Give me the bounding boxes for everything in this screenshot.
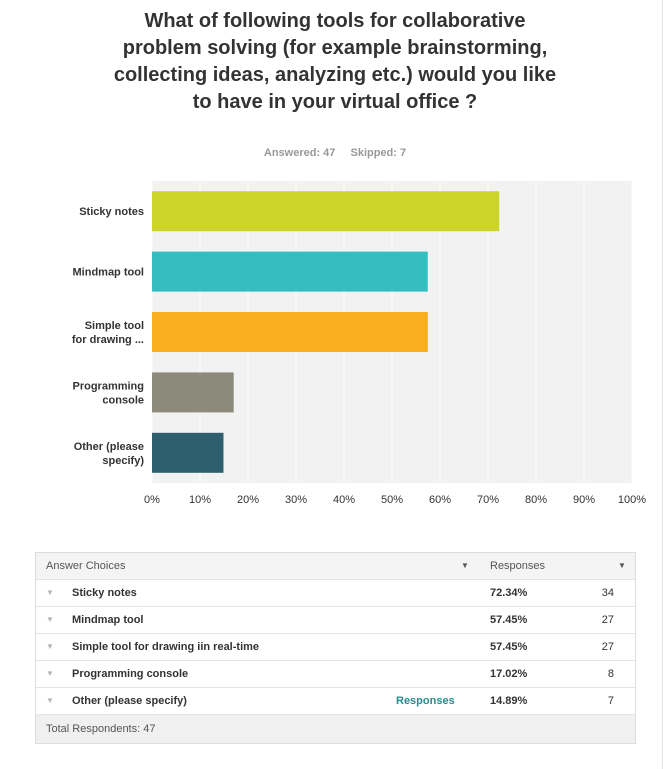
expand-row-icon[interactable]: ▼: [46, 688, 56, 714]
header-responses[interactable]: Responses: [490, 553, 545, 579]
x-tick-label: 40%: [333, 494, 355, 506]
bar: [152, 251, 428, 292]
total-respondents: Total Respondents: 47: [36, 714, 635, 743]
x-tick-label: 30%: [285, 494, 307, 506]
x-tick-label: 10%: [189, 494, 211, 506]
row-count: 27: [601, 641, 614, 653]
answer-table: Answer Choices ▼ Responses ▼ ▼ Sticky not…: [35, 552, 636, 744]
row-label: Sticky notes: [72, 587, 137, 599]
x-tick-label: 80%: [525, 494, 547, 506]
row-count: 8: [607, 668, 614, 680]
table-row[interactable]: ▼ Mindmap tool 57.45% 27: [36, 606, 635, 633]
answered-count: Answered: 47: [263, 147, 336, 159]
row-label: Other (please specify): [72, 695, 187, 707]
category-label: console: [102, 394, 144, 406]
bar: [152, 432, 224, 473]
x-tick-label: 90%: [573, 494, 595, 506]
bar: [152, 191, 500, 232]
bar-chart: 0% 10% 20% 30% 40% 50% 60% 70% 80% 90% 100% Sticky …: [72, 181, 646, 506]
category-label: Mindmap tool: [73, 267, 145, 279]
row-count: 27: [601, 614, 614, 626]
expand-row-icon[interactable]: ▼: [46, 634, 56, 660]
bar: [152, 372, 234, 413]
table-row[interactable]: ▼ Sticky notes 72.34% 34: [36, 579, 635, 606]
x-tick-label: 20%: [237, 494, 259, 506]
x-tick-label: 60%: [429, 494, 451, 506]
response-stats: Answered: 47 Skipped: 7: [0, 147, 670, 159]
row-percent: 17.02%: [490, 668, 528, 680]
category-label: Sticky notes: [79, 206, 144, 218]
sort-responses-icon[interactable]: ▼: [618, 553, 626, 579]
bar: [152, 312, 428, 352]
category-label: Programming: [72, 380, 144, 392]
category-label: Simple tool: [85, 320, 144, 332]
x-tick-label: 100%: [618, 494, 646, 506]
question-title: What of following tools for collaborativ…: [113, 10, 557, 113]
row-percent: 57.45%: [490, 641, 528, 653]
responses-link[interactable]: Responses: [396, 688, 455, 714]
row-label: Programming console: [72, 668, 189, 680]
table-row[interactable]: ▼ Simple tool for drawing iin real-time 57…: [36, 633, 635, 660]
sort-choices-icon[interactable]: ▼: [461, 553, 469, 579]
header-answer-choices[interactable]: Answer Choices: [46, 553, 125, 579]
skipped-count: Skipped: 7: [350, 147, 407, 159]
category-label: for drawing ...: [72, 334, 144, 346]
x-tick-label: 70%: [477, 494, 499, 506]
row-percent: 57.45%: [490, 614, 528, 626]
row-percent: 72.34%: [490, 587, 528, 599]
table-row[interactable]: ▼ Other (please specify) Responses 14.89% 7: [36, 687, 635, 714]
row-label: Simple tool for drawing iin real-time: [72, 641, 260, 653]
category-label: Other (please: [74, 441, 144, 453]
x-tick-label: 0%: [144, 494, 160, 506]
expand-row-icon[interactable]: ▼: [46, 580, 56, 606]
row-percent: 14.89%: [490, 695, 528, 707]
table-header: Answer Choices ▼ Responses ▼: [36, 553, 635, 579]
expand-row-icon[interactable]: ▼: [46, 607, 56, 633]
x-tick-label: 50%: [381, 494, 403, 506]
row-count: 34: [601, 587, 614, 599]
table-row[interactable]: ▼ Programming console 17.02% 8: [36, 660, 635, 687]
row-label: Mindmap tool: [72, 614, 144, 626]
row-count: 7: [607, 695, 614, 707]
expand-row-icon[interactable]: ▼: [46, 661, 56, 687]
category-label: specify): [102, 455, 144, 467]
